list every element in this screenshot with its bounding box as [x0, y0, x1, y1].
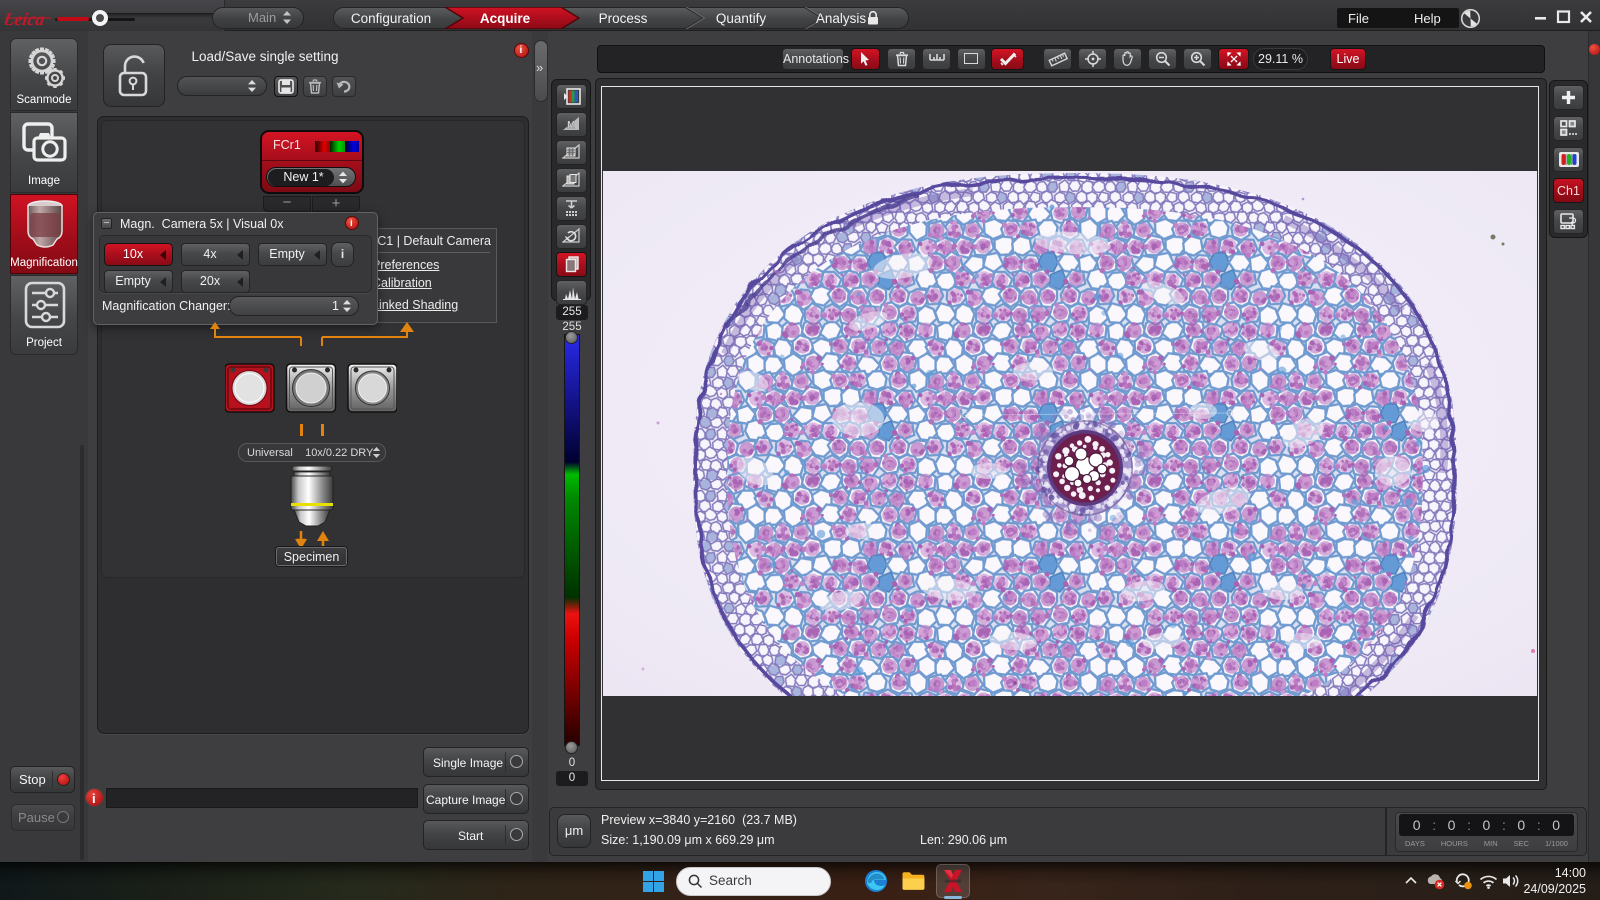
svg-text:Process: Process [599, 11, 648, 26]
svg-text:Configuration: Configuration [351, 11, 431, 26]
svg-text:Acquire: Acquire [480, 11, 531, 26]
svg-text:Leica: Leica [5, 9, 46, 29]
svg-text:Quantify: Quantify [716, 11, 767, 26]
svg-text:290.06 um: 290.06 um [1039, 422, 1072, 429]
svg-text:M: M [567, 120, 575, 131]
svg-text:Analysis: Analysis [816, 11, 867, 26]
